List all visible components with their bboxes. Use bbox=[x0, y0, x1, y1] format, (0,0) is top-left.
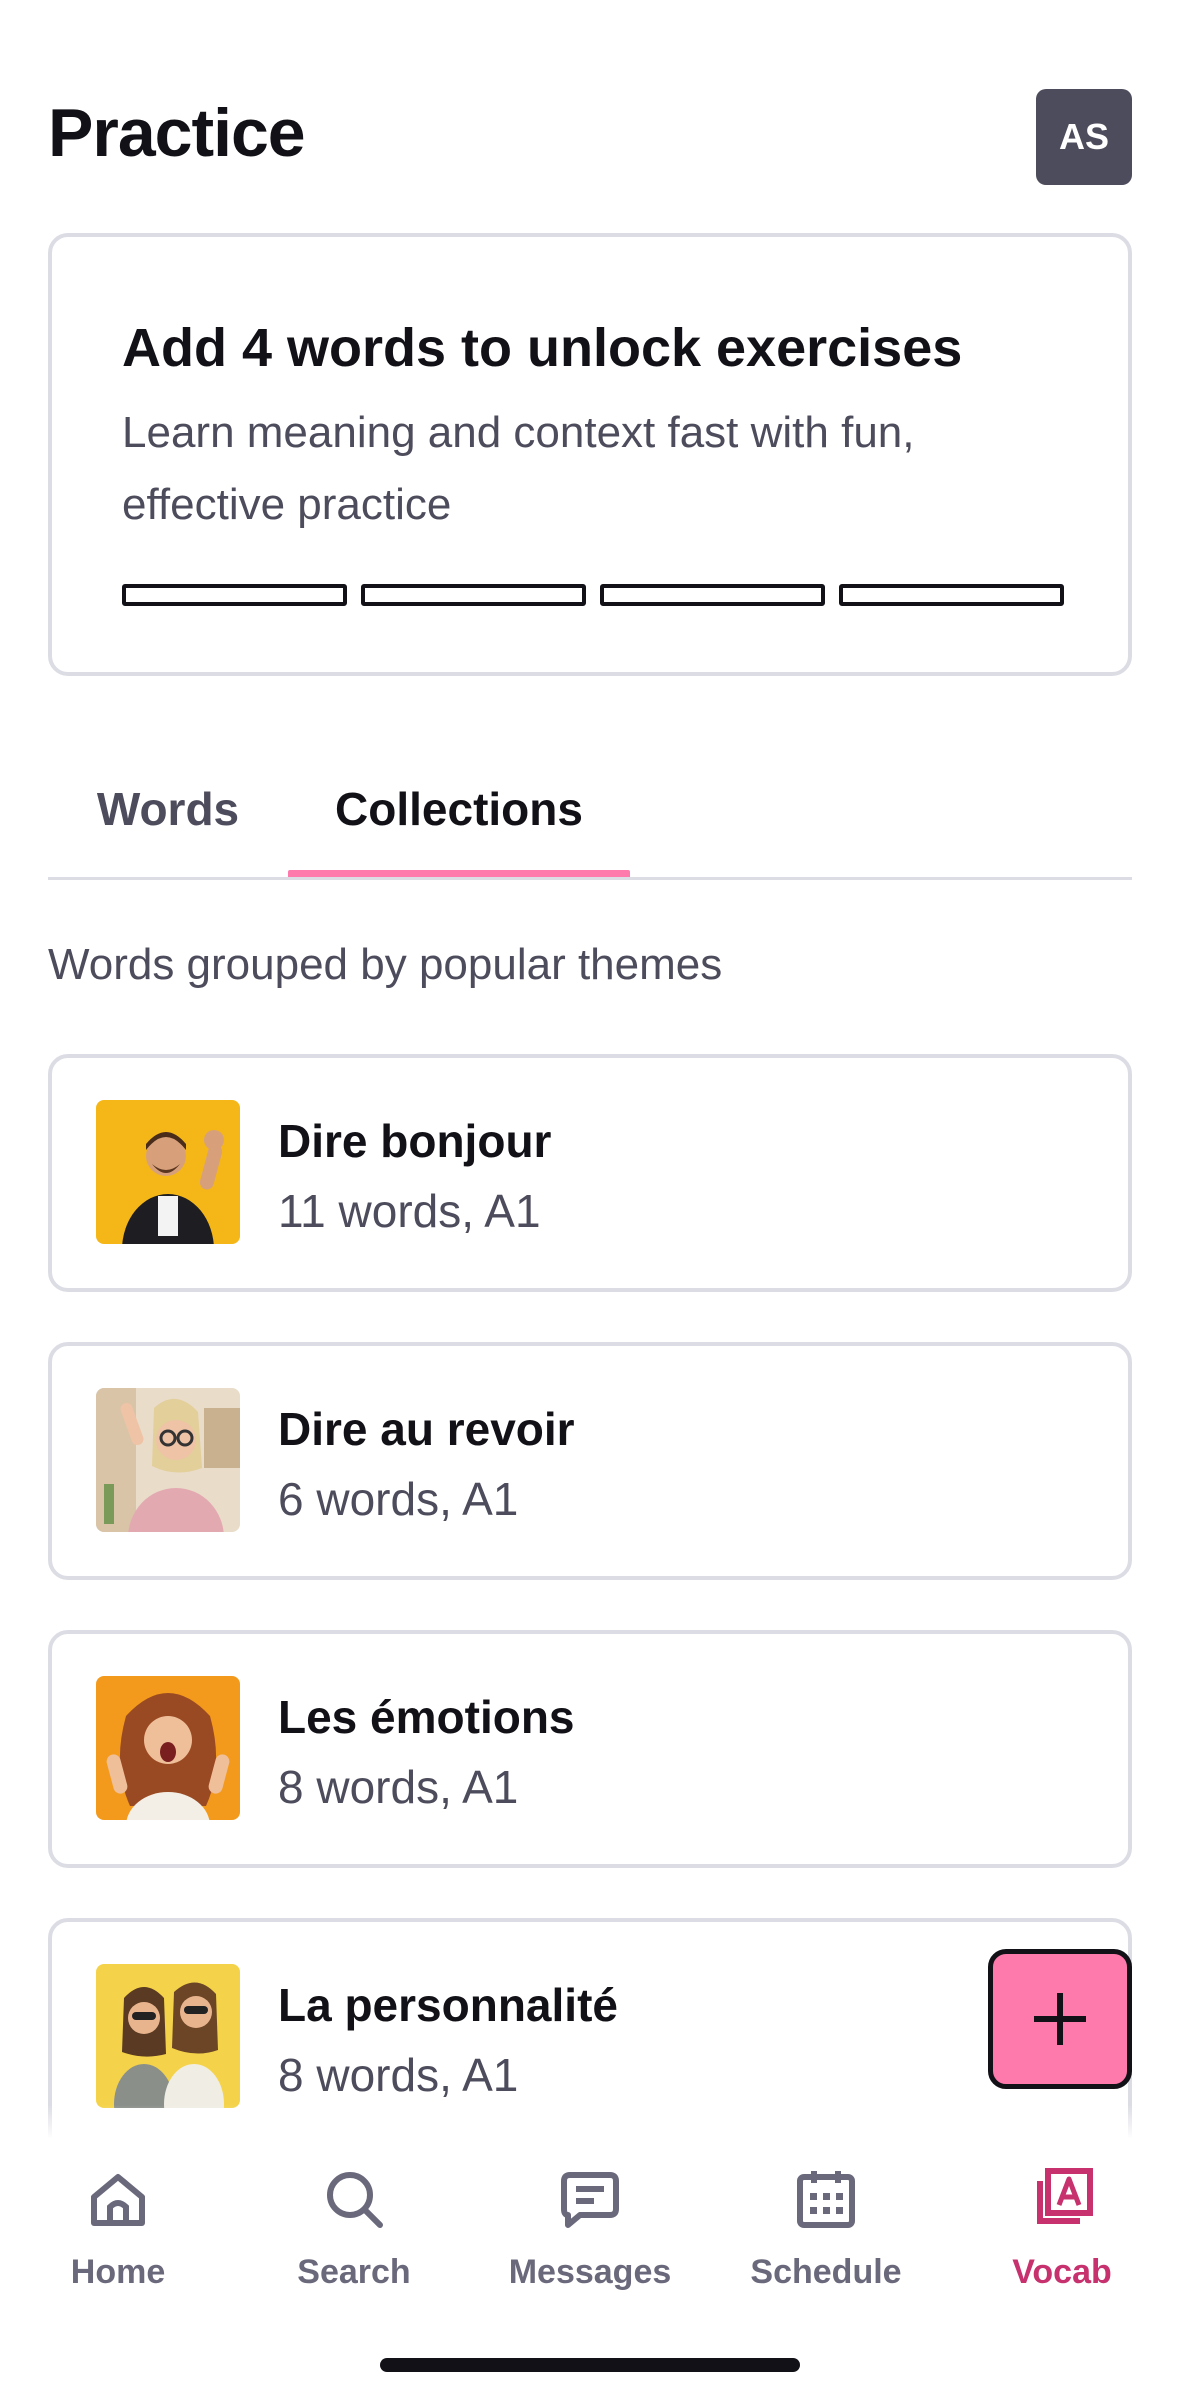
nav-vocab[interactable]: Vocab bbox=[944, 2139, 1179, 2339]
tab-collections[interactable]: Collections bbox=[288, 740, 630, 880]
progress-segment bbox=[361, 584, 586, 606]
nav-label: Schedule bbox=[750, 2253, 902, 2291]
practice-screen: Practice AS Add 4 words to unlock exerci… bbox=[0, 0, 1179, 2396]
bottom-fade bbox=[0, 2105, 1179, 2139]
progress-segment bbox=[122, 584, 347, 606]
nav-schedule[interactable]: Schedule bbox=[708, 2139, 944, 2339]
page-title: Practice bbox=[48, 95, 306, 171]
search-icon bbox=[327, 2172, 383, 2228]
unlock-progress bbox=[122, 584, 1064, 606]
nav-label: Vocab bbox=[1012, 2253, 1112, 2291]
tab-words[interactable]: Words bbox=[48, 740, 288, 878]
nav-search[interactable]: Search bbox=[236, 2139, 472, 2339]
collection-card-les-emotions[interactable]: Les émotions 8 words, A1 bbox=[48, 1630, 1132, 1868]
collection-thumbnail bbox=[96, 1100, 240, 1244]
vocab-icon bbox=[1037, 2168, 1093, 2224]
nav-label: Search bbox=[297, 2253, 411, 2291]
tabs-divider bbox=[48, 877, 1132, 880]
tab-bar: Words Collections bbox=[48, 740, 1132, 882]
nav-label: Messages bbox=[508, 2253, 672, 2291]
calendar-icon bbox=[797, 2171, 855, 2228]
add-word-button[interactable] bbox=[988, 1949, 1132, 2089]
collections-subtitle: Words grouped by popular themes bbox=[48, 940, 723, 989]
collection-name: Les émotions bbox=[278, 1691, 575, 1743]
unlock-card-title: Add 4 words to unlock exercises bbox=[122, 318, 963, 378]
nav-home[interactable]: Home bbox=[0, 2139, 236, 2339]
home-icon bbox=[91, 2174, 145, 2226]
collection-thumbnail bbox=[96, 1964, 240, 2108]
collection-name: La personnalité bbox=[278, 1979, 618, 2031]
collection-thumbnail bbox=[96, 1676, 240, 1820]
collection-meta: 6 words, A1 bbox=[278, 1473, 519, 1525]
home-indicator bbox=[380, 2358, 800, 2372]
collection-meta: 8 words, A1 bbox=[278, 2049, 519, 2101]
collection-card-dire-bonjour[interactable]: Dire bonjour 11 words, A1 bbox=[48, 1054, 1132, 1292]
collection-meta: 8 words, A1 bbox=[278, 1761, 519, 1813]
nav-messages[interactable]: Messages bbox=[472, 2139, 708, 2339]
collection-meta: 11 words, A1 bbox=[278, 1185, 541, 1237]
collection-card-dire-au-revoir[interactable]: Dire au revoir 6 words, A1 bbox=[48, 1342, 1132, 1580]
unlock-card-subtitle: Learn meaning and context fast with fun,… bbox=[122, 408, 915, 529]
avatar[interactable]: AS bbox=[1036, 89, 1132, 185]
plus-icon bbox=[1034, 1993, 1086, 2045]
collection-name: Dire au revoir bbox=[278, 1403, 575, 1455]
messages-icon bbox=[561, 2172, 619, 2228]
collection-thumbnail bbox=[96, 1388, 240, 1532]
progress-segment bbox=[839, 584, 1064, 606]
collection-name: Dire bonjour bbox=[278, 1115, 552, 1167]
unlock-exercises-card: Add 4 words to unlock exercises Learn me… bbox=[48, 233, 1132, 676]
progress-segment bbox=[600, 584, 825, 606]
nav-label: Home bbox=[70, 2253, 166, 2291]
